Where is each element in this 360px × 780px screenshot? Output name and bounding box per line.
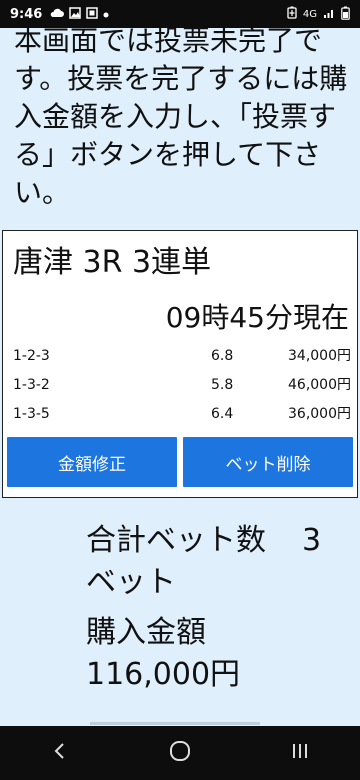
bet-odds: 6.4 xyxy=(211,406,234,422)
back-icon xyxy=(53,742,67,764)
scroll-indicator xyxy=(90,722,260,725)
edit-amount-button[interactable]: 金額修正 xyxy=(7,437,177,487)
odds-timestamp: 09時45分現在 xyxy=(165,301,349,334)
bet-row: 1-2-3 6.8 34,000円 xyxy=(11,345,351,367)
bet-card: 唐津 3R 3連単 09時45分現在 1-2-3 6.8 34,000円 1-3… xyxy=(2,230,358,498)
system-navigation-bar xyxy=(0,726,360,780)
screenshot-icon xyxy=(86,6,99,22)
status-bar: 9:46 4G xyxy=(0,0,360,28)
delete-bet-button[interactable]: ベット削除 xyxy=(183,437,353,487)
total-bets-label: 合計ベット数 xyxy=(86,523,266,558)
race-title: 唐津 3R 3連単 xyxy=(13,245,212,280)
home-icon xyxy=(169,740,191,766)
bet-combination: 1-3-2 xyxy=(13,377,50,393)
bet-odds: 5.8 xyxy=(211,377,234,393)
status-time: 9:46 xyxy=(10,6,43,22)
total-bets-line: 合計ベット数 3 xyxy=(86,520,356,562)
bet-combination: 1-3-5 xyxy=(13,406,50,422)
bet-row: 1-3-5 6.4 36,000円 xyxy=(11,403,351,425)
4g-lte-icon: 4G xyxy=(302,8,317,20)
dot-icon xyxy=(103,8,109,21)
recent-apps-icon xyxy=(290,742,310,764)
bet-odds: 6.8 xyxy=(211,348,234,364)
bet-amount: 46,000円 xyxy=(288,377,351,393)
recent-apps-button[interactable] xyxy=(270,726,330,780)
purchase-amount-value: 116,000円 xyxy=(86,657,241,692)
battery-icon xyxy=(341,6,350,23)
battery-saver-icon xyxy=(287,6,297,22)
bet-amount: 36,000円 xyxy=(288,406,351,422)
bet-row: 1-3-2 5.8 46,000円 xyxy=(11,374,351,396)
purchase-amount-label: 購入金額 xyxy=(86,615,206,650)
notification-icons xyxy=(50,6,109,22)
system-icons: 4G xyxy=(287,6,350,23)
signal-icon xyxy=(323,7,335,22)
back-button[interactable] xyxy=(30,726,90,780)
total-bets-value: 3 xyxy=(302,523,322,558)
incomplete-vote-notice: 本画面では投票未完了です。投票を完了するには購入金額を入力し、「投票する」ボタン… xyxy=(14,24,348,209)
bet-combination: 1-2-3 xyxy=(13,348,50,364)
total-bets-unit: ベット xyxy=(86,565,176,600)
home-button[interactable] xyxy=(150,726,210,780)
cloud-icon xyxy=(50,8,65,21)
bet-summary: 合計ベット数 3 ベット 購入金額 116,000円 xyxy=(86,520,356,696)
image-icon xyxy=(69,6,82,22)
bet-amount: 34,000円 xyxy=(288,348,351,364)
